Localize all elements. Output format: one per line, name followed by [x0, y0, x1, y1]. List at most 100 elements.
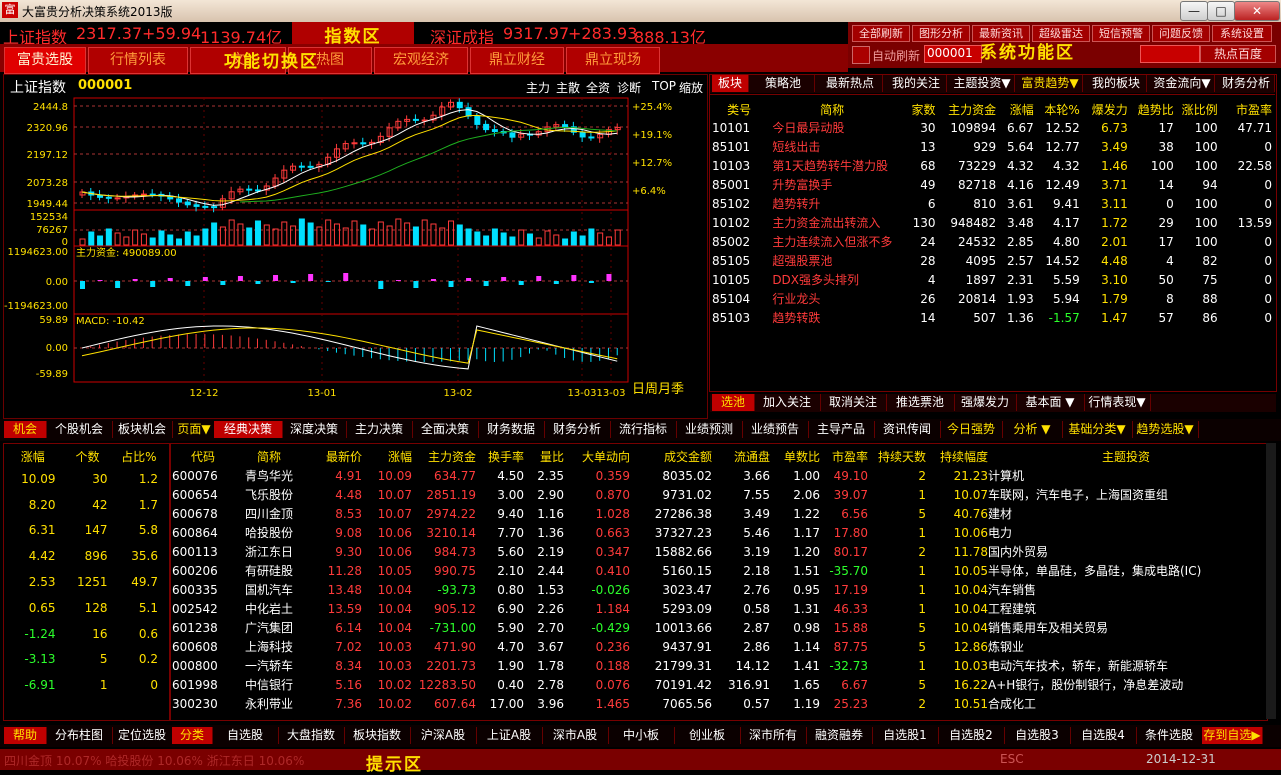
sector-row[interactable]: 85105 超强股票池 28 4095 2.57 14.52 4.48 4 82 0	[712, 251, 1272, 270]
bottom-category-tab[interactable]: 大盘指数	[278, 727, 345, 744]
sector-header-cell[interactable]: 市盈率	[1218, 100, 1272, 118]
stock-view-tab[interactable]: 主力决策	[346, 421, 413, 438]
sector-tab[interactable]: 财务分析	[1218, 75, 1275, 92]
stock-row[interactable]: 600654 飞乐股份 4.48 10.07 2851.19 3.00 2.90 0.870 9…	[172, 485, 1264, 504]
stock-row[interactable]: 600608 上海科技 7.02 10.03 471.90 4.70 3.67 0.236 94…	[172, 637, 1264, 656]
maximize-button[interactable]: □	[1207, 1, 1235, 21]
sector-header-cell[interactable]: 简称	[766, 100, 898, 118]
stock-row[interactable]: 300230 永利带业 7.36 10.02 607.64 17.00 3.96 1.465 7…	[172, 694, 1264, 713]
stock-view-tab[interactable]: 流行指标	[610, 421, 677, 438]
nav-tab[interactable]: 行情列表	[88, 47, 188, 74]
nav-tab[interactable]: 鼎立现场	[566, 47, 660, 74]
bottom-left-tab[interactable]: 分布柱图	[46, 727, 113, 744]
bottom-category-tab[interactable]: 板块指数	[344, 727, 411, 744]
stock-header-cell[interactable]: 主力资金	[412, 446, 476, 466]
sector-tab[interactable]: 策略池	[752, 75, 815, 92]
sector-tab[interactable]: 主题投资▼	[950, 75, 1015, 92]
stock-view-tab[interactable]: 趋势选股▼	[1132, 421, 1199, 438]
function-button[interactable]: 短信预警	[1092, 25, 1150, 42]
stock-view-tab[interactable]: 业绩预测	[676, 421, 743, 438]
stock-row[interactable]: 600113 浙江东日 9.30 10.06 984.73 5.60 2.19 0.347 15…	[172, 542, 1264, 561]
sector-action-tab[interactable]: 强爆发力	[954, 394, 1017, 411]
stock-view-tab[interactable]: 经典决策	[214, 421, 283, 438]
sector-row[interactable]: 85002 主力连续流入但涨不多 24 24532 2.85 4.80 2.01 17 100 0	[712, 232, 1272, 251]
sector-action-tab[interactable]: 取消关注	[820, 394, 887, 411]
bottom-category-tab[interactable]: 自选股4	[1070, 727, 1137, 744]
bottom-left-tab[interactable]: 帮助	[4, 727, 47, 744]
nav-tab[interactable]: 鼎立财经	[470, 47, 564, 74]
sector-header-cell[interactable]: 家数	[898, 100, 936, 118]
stock-row[interactable]: 600678 四川金顶 8.53 10.07 2974.22 9.40 1.16 1.028 2…	[172, 504, 1264, 523]
distribution-row[interactable]: 4.42 896 35.6	[4, 543, 164, 569]
bottom-left-tab[interactable]: 定位选股	[112, 727, 173, 744]
bottom-category-tab[interactable]: 深市A股	[542, 727, 609, 744]
stock-row[interactable]: 000800 一汽轿车 8.34 10.03 2201.73 1.90 1.78 0.188 2…	[172, 656, 1264, 675]
stock-view-tab[interactable]: 资讯传闻	[874, 421, 941, 438]
bottom-category-tab[interactable]: 上证A股	[476, 727, 543, 744]
stock-header-cell[interactable]: 成交金额	[630, 446, 712, 466]
stock-view-tab[interactable]: 分析 ▼	[1002, 421, 1063, 438]
sector-tab[interactable]: 资金流向▼	[1150, 75, 1215, 92]
function-button[interactable]: 全部刷新	[852, 25, 910, 42]
sector-header-cell[interactable]: 类号	[712, 100, 766, 118]
sector-header-cell[interactable]: 爆发力	[1080, 100, 1128, 118]
bottom-category-tab[interactable]: 融资融券	[806, 727, 873, 744]
stock-view-tab[interactable]: 财务分析	[544, 421, 611, 438]
stock-row[interactable]: 600206 有研硅股 11.28 10.05 990.75 2.10 2.44 0.410 5…	[172, 561, 1264, 580]
kline-chart[interactable]: 2444.8 2320.96 2197.12 2073.28 1949.44 +25.4%…	[0, 74, 708, 414]
bottom-category-tab[interactable]: 自选股2	[938, 727, 1005, 744]
function-button[interactable]: 系统设置	[1212, 25, 1272, 42]
bottom-category-tab[interactable]: 分类	[172, 727, 213, 744]
stock-header-cell[interactable]: 换手率	[476, 446, 524, 466]
stock-view-tab[interactable]: 主导产品	[808, 421, 875, 438]
stock-view-tab[interactable]: 业绩预告	[742, 421, 809, 438]
sector-header-cell[interactable]: 涨比例	[1174, 100, 1218, 118]
sector-tab[interactable]: 我的关注	[886, 75, 947, 92]
function-button[interactable]: 图形分析	[912, 25, 970, 42]
auto-refresh-checkbox[interactable]	[852, 46, 870, 64]
minimize-button[interactable]: —	[1180, 1, 1208, 21]
sector-row[interactable]: 85104 行业龙头 26 20814 1.93 5.94 1.79 8 88 0	[712, 289, 1272, 308]
bottom-category-tab[interactable]: 自选股	[212, 727, 279, 744]
sector-action-tab[interactable]: 行情表现▼	[1084, 394, 1151, 411]
sector-row[interactable]: 85001 升势富换手 49 82718 4.16 12.49 3.71 14 94 0	[712, 175, 1272, 194]
nav-tab[interactable]: 宏观经济	[374, 47, 468, 74]
sector-action-tab[interactable]: 基本面 ▼	[1016, 394, 1085, 411]
stock-scrollbar[interactable]	[1266, 443, 1276, 719]
distribution-tab[interactable]: 机会	[4, 421, 47, 438]
sector-row[interactable]: 85102 趋势转升 6 810 3.61 9.41 3.11 0 100 0	[712, 194, 1272, 213]
stock-header-cell[interactable]: 持续天数	[868, 446, 926, 466]
distribution-row[interactable]: -3.13 5 0.2	[4, 647, 164, 673]
distribution-row[interactable]: 8.20 42 1.7	[4, 492, 164, 518]
distribution-row[interactable]: 0.65 128 5.1	[4, 595, 164, 621]
sector-row[interactable]: 10105 DDX强多头排列 4 1897 2.31 5.59 3.10 50 75 0	[712, 270, 1272, 289]
sector-tab[interactable]: 最新热点	[818, 75, 883, 92]
distribution-row[interactable]: 10.09 30 1.2	[4, 466, 164, 492]
stock-header-cell[interactable]: 量比	[524, 446, 564, 466]
stock-header-cell[interactable]: 简称	[234, 446, 304, 466]
sector-row[interactable]: 10103 第1天趋势转牛潜力股 68 73229 4.32 4.32 1.46 100 100…	[712, 156, 1272, 175]
stock-row[interactable]: 600076 青鸟华光 4.91 10.09 634.77 4.50 2.35 0.359 80…	[172, 466, 1264, 485]
bottom-category-tab[interactable]: 自选股1	[872, 727, 939, 744]
sector-tab[interactable]: 板块	[712, 75, 749, 92]
sector-header-cell[interactable]: 趋势比	[1128, 100, 1174, 118]
sector-action-tab[interactable]: 推选票池	[886, 394, 955, 411]
stock-header-cell[interactable]: 持续幅度	[926, 446, 988, 466]
distribution-row[interactable]: -1.24 16 0.6	[4, 621, 164, 647]
stock-view-tab[interactable]: 基础分类▼	[1062, 421, 1133, 438]
nav-tab[interactable]: 富贵选股	[4, 47, 86, 74]
stock-row[interactable]: 600335 国机汽车 13.48 10.04 -93.73 0.80 1.53 -0.026…	[172, 580, 1264, 599]
hotspot-search-input[interactable]	[1140, 45, 1200, 63]
bottom-category-tab[interactable]: 自选股3	[1004, 727, 1071, 744]
stock-code-input[interactable]: 000001	[924, 45, 982, 63]
stock-header-cell[interactable]: 最新价	[304, 446, 362, 466]
sector-row[interactable]: 10102 主力资金流出转流入 130 948482 3.48 4.17 1.72 29 100…	[712, 213, 1272, 232]
sector-row[interactable]: 10101 今日最异动股 30 109894 6.67 12.52 6.73 17 100 47.…	[712, 118, 1272, 137]
sector-tab[interactable]: 我的板块	[1086, 75, 1147, 92]
stock-view-tab[interactable]: 今日强势	[940, 421, 1003, 438]
stock-header-cell[interactable]: 流通盘	[712, 446, 770, 466]
sector-row[interactable]: 85101 短线出击 13 929 5.64 12.77 3.49 38 100 0	[712, 137, 1272, 156]
stock-row[interactable]: 601238 广汽集团 6.14 10.04 -731.00 5.90 2.70 -0.429…	[172, 618, 1264, 637]
stock-row[interactable]: 600864 哈投股份 9.08 10.06 3210.14 7.70 1.36 0.663 3…	[172, 523, 1264, 542]
sector-action-tab[interactable]: 选池	[712, 394, 755, 411]
